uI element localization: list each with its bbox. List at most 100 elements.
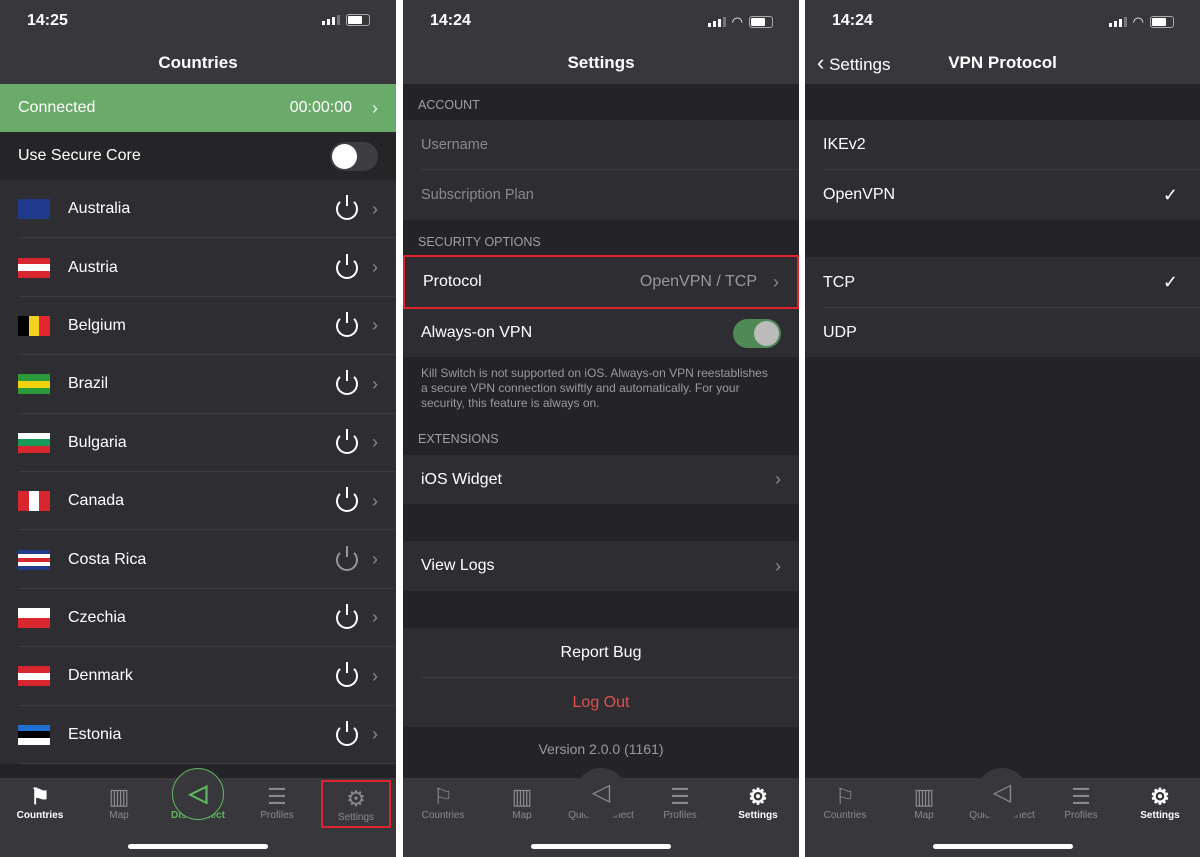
protocol-row[interactable]: Protocol OpenVPN / TCP › — [403, 255, 799, 309]
chevron-right-icon: › — [372, 315, 378, 336]
flag-icon — [18, 491, 51, 512]
tab-settings[interactable]: ⚙ Settings — [723, 784, 793, 821]
protocol-value: OpenVPN / TCP — [639, 273, 757, 290]
power-icon[interactable] — [336, 603, 358, 629]
power-icon[interactable] — [336, 662, 358, 688]
tab-map[interactable]: ▥ Map — [487, 784, 557, 821]
country-row[interactable]: Denmark › — [0, 647, 396, 706]
power-icon[interactable] — [336, 370, 358, 396]
report-bug-button[interactable]: Report Bug — [403, 628, 799, 678]
section-header-security: SECURITY OPTIONS — [418, 235, 541, 249]
map-icon: ▥ — [108, 784, 130, 809]
page-title: Countries — [0, 44, 396, 84]
chevron-right-icon: › — [372, 97, 378, 118]
power-icon[interactable] — [336, 253, 358, 279]
tab-profiles[interactable]: ☰ Profiles — [242, 784, 312, 821]
chevron-right-icon: › — [775, 555, 781, 576]
map-icon: ▥ — [511, 784, 533, 809]
country-row[interactable]: Canada › — [0, 472, 396, 531]
flag-icon — [18, 724, 50, 745]
chevron-right-icon: › — [372, 549, 378, 570]
chevron-right-icon: › — [372, 607, 378, 628]
tab-settings[interactable]: ⚙ Settings — [321, 780, 391, 828]
tab-countries[interactable]: ⚐ Countries — [810, 784, 880, 821]
protocol-option-openvpn[interactable]: OpenVPN ✓ — [805, 170, 1200, 220]
country-name: Estonia — [68, 725, 122, 743]
chevron-right-icon: › — [372, 724, 378, 745]
tab-countries[interactable]: ⚑ Countries — [5, 784, 75, 821]
page-title: Settings — [403, 44, 799, 84]
checkmark-icon: ✓ — [1162, 272, 1178, 292]
country-row[interactable]: Australia › — [0, 180, 396, 239]
flag-icon — [18, 374, 50, 395]
tab-profiles[interactable]: ☰ Profiles — [645, 784, 715, 821]
country-name: Costa Rica — [68, 550, 147, 568]
chevron-right-icon: › — [372, 257, 378, 278]
country-row[interactable]: Costa Rica › — [0, 530, 396, 589]
tab-map[interactable]: ▥ Map — [84, 784, 154, 821]
log-out-button[interactable]: Log Out — [403, 678, 799, 727]
chevron-right-icon: › — [372, 432, 378, 453]
flag-icon: ⚐ — [835, 784, 855, 809]
countries-screen: 14:25 Countries Connected 00:00:00 › Use… — [0, 0, 396, 857]
secure-core-toggle[interactable] — [330, 141, 378, 171]
protocol-option-ikev2[interactable]: IKEv2 — [805, 120, 1200, 170]
always-on-row: Always-on VPN — [403, 309, 799, 357]
section-header-extensions: EXTENSIONS — [418, 432, 499, 446]
connection-timer: 00:00:00 — [289, 99, 352, 116]
tab-quick-connect[interactable]: ◁Quick Connect — [962, 768, 1042, 821]
tab-profiles[interactable]: ☰ Profiles — [1046, 784, 1116, 821]
transport-option-tcp[interactable]: TCP ✓ — [805, 257, 1200, 308]
battery-icon — [749, 16, 773, 28]
flag-icon: ⚑ — [30, 784, 50, 809]
country-name: Denmark — [68, 667, 133, 685]
transport-option-udp[interactable]: UDP — [805, 308, 1200, 357]
power-icon[interactable] — [336, 428, 358, 454]
version-label: Version 2.0.0 (1161) — [538, 741, 664, 757]
back-button[interactable]: ‹ Settings — [817, 44, 891, 84]
country-row[interactable]: Brazil › — [0, 355, 396, 414]
flag-icon — [18, 257, 50, 278]
flag-icon — [18, 549, 50, 570]
flag-icon — [18, 607, 50, 628]
settings-screen: 14:24 ◠ Settings ACCOUNT Username Subscr… — [403, 0, 799, 857]
quick-connect-icon: ◁ — [575, 768, 627, 820]
country-row[interactable]: Bulgaria › — [0, 413, 396, 472]
profiles-icon: ☰ — [1071, 784, 1091, 809]
profiles-icon: ☰ — [670, 784, 690, 809]
tab-bar: ⚑Countries ▥Map ◁Disconnect ☰Profiles ⚙S… — [0, 768, 396, 857]
ios-widget-row[interactable]: iOS Widget › — [403, 455, 799, 504]
country-row[interactable]: Estonia › — [0, 705, 396, 764]
power-icon[interactable] — [336, 545, 358, 571]
status-bar: 14:25 — [0, 0, 396, 44]
tab-quick-connect[interactable]: ◁Quick Connect — [561, 768, 641, 821]
battery-icon — [346, 14, 370, 26]
country-row[interactable]: Austria › — [0, 238, 396, 297]
secure-core-row: Use Secure Core — [0, 132, 396, 180]
secure-core-label: Use Secure Core — [18, 147, 141, 164]
tab-map[interactable]: ▥ Map — [889, 784, 959, 821]
tab-countries[interactable]: ⚐ Countries — [408, 784, 478, 821]
country-name: Australia — [68, 200, 131, 218]
wifi-icon: ◠ — [731, 14, 743, 29]
battery-icon — [1150, 16, 1174, 28]
country-row[interactable]: Czechia › — [0, 588, 396, 648]
flag-icon: ⚐ — [433, 784, 453, 809]
power-icon[interactable] — [336, 311, 358, 337]
disconnect-icon: ◁ — [172, 768, 224, 820]
signal-icon — [1108, 17, 1127, 27]
power-icon[interactable] — [336, 487, 358, 513]
view-logs-row[interactable]: View Logs › — [403, 541, 799, 591]
power-icon[interactable] — [336, 720, 358, 746]
power-icon[interactable] — [336, 195, 358, 221]
country-row[interactable]: Belgium › — [0, 296, 396, 356]
quick-connect-icon: ◁ — [976, 768, 1028, 820]
tab-disconnect[interactable]: ◁Disconnect — [163, 768, 233, 821]
clock: 14:24 — [832, 12, 873, 29]
chevron-right-icon: › — [372, 373, 378, 394]
connection-status-bar[interactable]: Connected 00:00:00 › — [0, 84, 396, 132]
gear-icon: ⚙ — [346, 786, 366, 811]
flag-icon — [18, 432, 50, 453]
tab-settings[interactable]: ⚙ Settings — [1125, 784, 1195, 821]
always-on-toggle[interactable] — [733, 318, 781, 348]
